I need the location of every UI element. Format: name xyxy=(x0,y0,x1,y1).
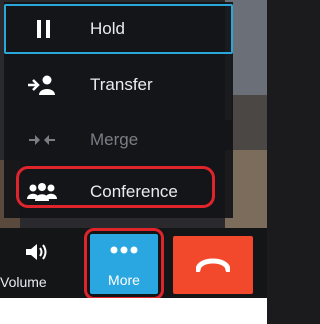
menu-item-merge: Merge xyxy=(4,115,233,165)
end-call-button[interactable] xyxy=(173,236,253,294)
people-group-icon xyxy=(27,183,57,201)
more-dots-icon xyxy=(110,246,138,254)
menu-item-label: Merge xyxy=(90,130,139,149)
menu-item-hold[interactable]: Hold xyxy=(4,4,233,54)
menu-item-conference[interactable]: Conference xyxy=(4,167,233,217)
volume-label: Volume xyxy=(0,274,47,290)
menu-item-transfer[interactable]: Transfer xyxy=(4,60,233,110)
menu-item-label: Transfer xyxy=(90,75,153,94)
menu-item-label: Hold xyxy=(90,19,125,38)
pause-icon xyxy=(37,20,50,38)
page-footer xyxy=(0,298,267,324)
volume-button[interactable]: Volume xyxy=(0,228,72,298)
menu-item-label: Conference xyxy=(90,182,178,201)
call-options-menu: Hold Transfer Merge Conference xyxy=(4,2,233,218)
speaker-icon xyxy=(26,244,47,260)
hang-up-icon xyxy=(196,258,230,272)
more-button[interactable]: More xyxy=(90,234,158,294)
transfer-person-icon xyxy=(28,75,55,95)
more-label: More xyxy=(108,272,140,288)
merge-arrows-icon xyxy=(29,135,55,145)
